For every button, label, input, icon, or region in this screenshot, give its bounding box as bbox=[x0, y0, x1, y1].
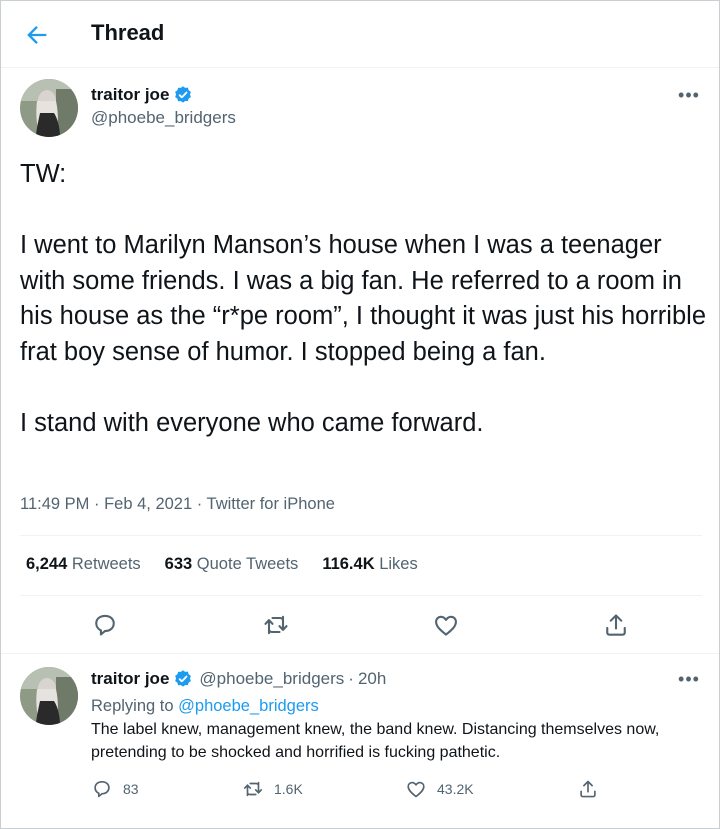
reply-actions: 83 1.6K 43.2K bbox=[1, 778, 719, 802]
retweets-stat[interactable]: 6,244 Retweets bbox=[26, 555, 141, 574]
reply-retweet-button[interactable]: 1.6K bbox=[242, 778, 303, 800]
reply-share-button[interactable] bbox=[577, 778, 599, 800]
more-icon[interactable]: ••• bbox=[677, 83, 701, 107]
likes-stat[interactable]: 116.4K Likes bbox=[322, 555, 417, 574]
like-icon[interactable] bbox=[432, 611, 460, 639]
retweet-icon[interactable] bbox=[262, 611, 290, 639]
tweet-source[interactable]: Twitter for iPhone bbox=[207, 495, 335, 513]
replying-to: Replying to @phoebe_bridgers bbox=[91, 697, 319, 716]
avatar[interactable] bbox=[20, 667, 78, 725]
thread-header: Thread bbox=[1, 1, 719, 68]
thread-view: Thread traitor joe @phoebe_bridgers ••• … bbox=[0, 0, 720, 829]
tweet-stats: 6,244 Retweets 633 Quote Tweets 116.4K L… bbox=[26, 555, 418, 574]
reply-author-handle[interactable]: @phoebe_bridgers bbox=[199, 669, 344, 689]
page-title: Thread bbox=[91, 20, 165, 45]
divider bbox=[20, 535, 702, 536]
retweet-icon bbox=[242, 778, 264, 800]
reply-icon bbox=[91, 778, 113, 800]
back-arrow-icon[interactable] bbox=[23, 21, 51, 49]
reply-reply-button[interactable]: 83 bbox=[91, 778, 139, 800]
author-handle[interactable]: @phoebe_bridgers bbox=[91, 108, 236, 128]
reply-author-name[interactable]: traitor joe bbox=[91, 669, 169, 689]
quote-tweets-stat[interactable]: 633 Quote Tweets bbox=[165, 555, 299, 574]
quotes-count: 633 bbox=[164, 555, 193, 573]
author-row: traitor joe bbox=[91, 85, 193, 105]
tweet-time[interactable]: 11:49 PM bbox=[20, 495, 89, 513]
replying-to-link[interactable]: @phoebe_bridgers bbox=[178, 697, 319, 715]
likes-count: 116.4K bbox=[322, 555, 375, 573]
reply-like-button[interactable]: 43.2K bbox=[405, 778, 474, 800]
more-icon[interactable]: ••• bbox=[677, 667, 701, 691]
reply-age[interactable]: 20h bbox=[358, 669, 386, 689]
share-icon bbox=[577, 778, 599, 800]
divider bbox=[20, 595, 702, 596]
reply-count: 83 bbox=[123, 781, 139, 797]
verified-badge-icon bbox=[173, 669, 193, 689]
author-name[interactable]: traitor joe bbox=[91, 85, 169, 105]
tweet-meta: 11:49 PM · Feb 4, 2021 · Twitter for iPh… bbox=[20, 495, 335, 513]
reply-author-row: traitor joe @phoebe_bridgers · 20h bbox=[91, 669, 387, 689]
retweets-label: Retweets bbox=[71, 555, 141, 573]
reply-body: The label knew, management knew, the ban… bbox=[91, 721, 660, 761]
like-icon bbox=[405, 778, 427, 800]
tweet-body: TW: I went to Marilyn Manson’s house whe… bbox=[20, 160, 706, 437]
avatar[interactable] bbox=[20, 79, 78, 137]
share-icon[interactable] bbox=[602, 611, 630, 639]
tweet-actions bbox=[1, 611, 719, 641]
reply-icon[interactable] bbox=[91, 611, 119, 639]
retweet-count: 1.6K bbox=[274, 781, 303, 797]
like-count: 43.2K bbox=[437, 781, 474, 797]
retweets-count: 6,244 bbox=[26, 555, 68, 573]
replying-prefix: Replying to bbox=[91, 697, 174, 715]
tweet-date[interactable]: Feb 4, 2021 bbox=[104, 495, 192, 513]
verified-badge-icon bbox=[173, 85, 193, 105]
likes-label: Likes bbox=[379, 555, 418, 573]
quotes-label: Quote Tweets bbox=[196, 555, 299, 573]
